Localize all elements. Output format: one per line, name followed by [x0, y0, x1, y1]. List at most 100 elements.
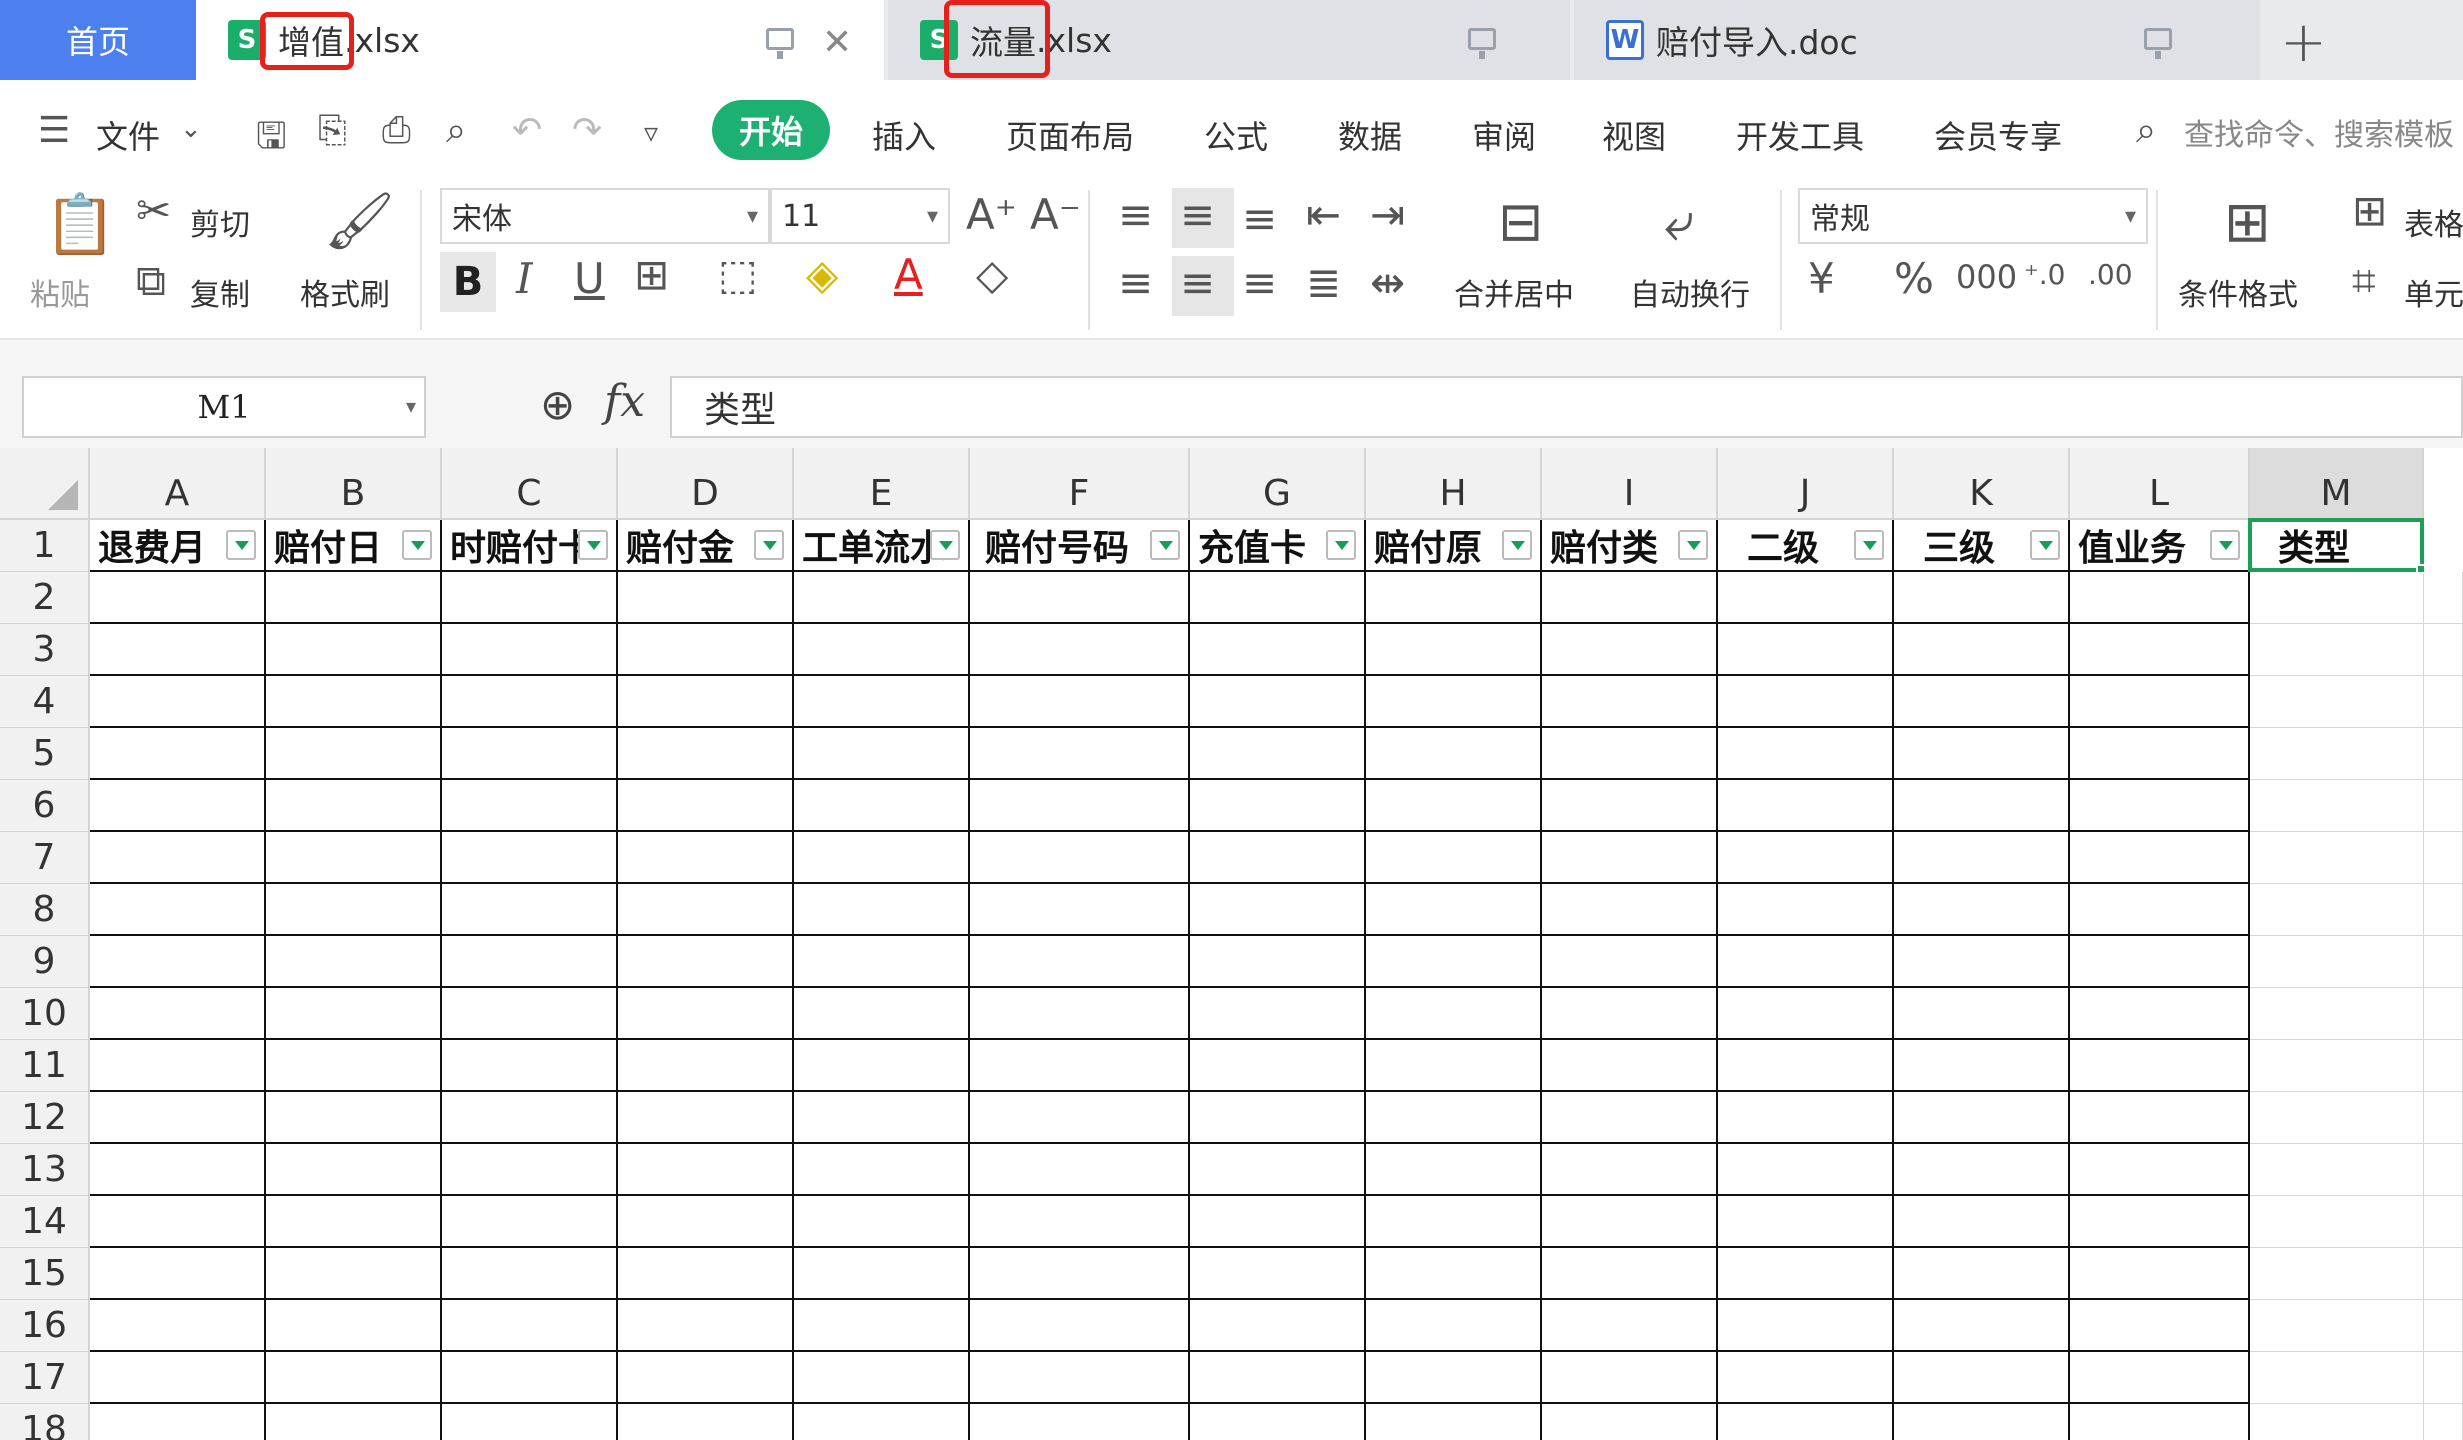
- cell-f14[interactable]: [970, 1196, 1190, 1248]
- cell-c18[interactable]: [442, 1404, 618, 1440]
- cell-g13[interactable]: [1190, 1144, 1366, 1196]
- cell-b2[interactable]: [266, 572, 442, 624]
- print-icon[interactable]: ⎙: [382, 110, 411, 152]
- cell-b5[interactable]: [266, 728, 442, 780]
- decrease-font-icon[interactable]: A⁻: [1030, 190, 1081, 239]
- underline-icon[interactable]: U: [574, 254, 605, 303]
- cell-a5[interactable]: [90, 728, 266, 780]
- cell-b4[interactable]: [266, 676, 442, 728]
- tab-start[interactable]: 开始: [712, 100, 830, 160]
- cell-i12[interactable]: [1542, 1092, 1718, 1144]
- cell-k12[interactable]: [1894, 1092, 2070, 1144]
- tab-home[interactable]: 首页: [0, 0, 196, 80]
- cell-k4[interactable]: [1894, 676, 2070, 728]
- cell-a16[interactable]: [90, 1300, 266, 1352]
- empty-cell[interactable]: [2424, 728, 2463, 780]
- cell-a10[interactable]: [90, 988, 266, 1040]
- empty-cell[interactable]: [2424, 572, 2463, 624]
- command-search[interactable]: 查找命令、搜索模板: [2184, 110, 2454, 154]
- tab-file-peifu-doc[interactable]: W 赔付导入.doc: [1574, 0, 2260, 80]
- row-header-10[interactable]: 10: [0, 988, 90, 1040]
- formula-input[interactable]: 类型: [670, 376, 2463, 438]
- cell-l7[interactable]: [2070, 832, 2250, 884]
- cell-e7[interactable]: [794, 832, 970, 884]
- chevron-down-icon[interactable]: ⌄: [180, 114, 202, 144]
- cell-d2[interactable]: [618, 572, 794, 624]
- cell-c10[interactable]: [442, 988, 618, 1040]
- close-icon[interactable]: ✕: [822, 22, 852, 63]
- header-cell-i[interactable]: 赔付类: [1542, 520, 1718, 572]
- header-cell-h[interactable]: 赔付原: [1366, 520, 1542, 572]
- header-cell-e[interactable]: 工单流水: [794, 520, 970, 572]
- cell-i10[interactable]: [1542, 988, 1718, 1040]
- cell-m5[interactable]: [2250, 728, 2424, 780]
- cell-c4[interactable]: [442, 676, 618, 728]
- cell-j17[interactable]: [1718, 1352, 1894, 1404]
- header-cell-j[interactable]: 二级: [1718, 520, 1894, 572]
- cell-j7[interactable]: [1718, 832, 1894, 884]
- cell-icon[interactable]: ⌗: [2352, 256, 2376, 306]
- column-header-l[interactable]: L: [2070, 448, 2250, 520]
- cell-l13[interactable]: [2070, 1144, 2250, 1196]
- row-header-4[interactable]: 4: [0, 676, 90, 728]
- filter-dropdown-icon[interactable]: [402, 530, 432, 560]
- font-color-icon[interactable]: A: [894, 250, 923, 299]
- cell-l17[interactable]: [2070, 1352, 2250, 1404]
- format-painter-icon[interactable]: 🖌: [324, 188, 395, 254]
- cell-i13[interactable]: [1542, 1144, 1718, 1196]
- cell-h2[interactable]: [1366, 572, 1542, 624]
- cell-j18[interactable]: [1718, 1404, 1894, 1440]
- cell-l9[interactable]: [2070, 936, 2250, 988]
- cell-g6[interactable]: [1190, 780, 1366, 832]
- cell-d16[interactable]: [618, 1300, 794, 1352]
- cell-f2[interactable]: [970, 572, 1190, 624]
- cell-m12[interactable]: [2250, 1092, 2424, 1144]
- tab-view[interactable]: 视图: [1602, 112, 1666, 158]
- cell-g3[interactable]: [1190, 624, 1366, 676]
- cell-i2[interactable]: [1542, 572, 1718, 624]
- empty-cell[interactable]: [2424, 1352, 2463, 1404]
- bold-button[interactable]: B: [440, 252, 496, 312]
- filter-dropdown-icon[interactable]: [2030, 530, 2060, 560]
- redo-icon[interactable]: ↷: [572, 110, 602, 151]
- cell-j5[interactable]: [1718, 728, 1894, 780]
- cell-k5[interactable]: [1894, 728, 2070, 780]
- cell-g15[interactable]: [1190, 1248, 1366, 1300]
- border-icon[interactable]: ⊞: [634, 250, 669, 299]
- cell-l4[interactable]: [2070, 676, 2250, 728]
- cell-h7[interactable]: [1366, 832, 1542, 884]
- cell-b10[interactable]: [266, 988, 442, 1040]
- column-header-f[interactable]: F: [970, 448, 1190, 520]
- empty-cell[interactable]: [2424, 1248, 2463, 1300]
- cell-d14[interactable]: [618, 1196, 794, 1248]
- column-header-j[interactable]: J: [1718, 448, 1894, 520]
- cell-l11[interactable]: [2070, 1040, 2250, 1092]
- cell-k18[interactable]: [1894, 1404, 2070, 1440]
- cell-c3[interactable]: [442, 624, 618, 676]
- font-size-select[interactable]: 11 ▾: [770, 188, 950, 244]
- cell-d3[interactable]: [618, 624, 794, 676]
- cell-f3[interactable]: [970, 624, 1190, 676]
- cell-g7[interactable]: [1190, 832, 1366, 884]
- row-header-9[interactable]: 9: [0, 936, 90, 988]
- cell-l14[interactable]: [2070, 1196, 2250, 1248]
- cell-c14[interactable]: [442, 1196, 618, 1248]
- cell-m7[interactable]: [2250, 832, 2424, 884]
- cell-c7[interactable]: [442, 832, 618, 884]
- tab-insert[interactable]: 插入: [872, 112, 936, 158]
- column-header-h[interactable]: H: [1366, 448, 1542, 520]
- cell-k14[interactable]: [1894, 1196, 2070, 1248]
- cell-a18[interactable]: [90, 1404, 266, 1440]
- cell-m2[interactable]: [2250, 572, 2424, 624]
- cell-l16[interactable]: [2070, 1300, 2250, 1352]
- cell-c17[interactable]: [442, 1352, 618, 1404]
- row-header-15[interactable]: 15: [0, 1248, 90, 1300]
- cell-i16[interactable]: [1542, 1300, 1718, 1352]
- cell-h14[interactable]: [1366, 1196, 1542, 1248]
- row-header-11[interactable]: 11: [0, 1040, 90, 1092]
- cell-j9[interactable]: [1718, 936, 1894, 988]
- cell-b6[interactable]: [266, 780, 442, 832]
- cell-f17[interactable]: [970, 1352, 1190, 1404]
- cell-h17[interactable]: [1366, 1352, 1542, 1404]
- cell-b14[interactable]: [266, 1196, 442, 1248]
